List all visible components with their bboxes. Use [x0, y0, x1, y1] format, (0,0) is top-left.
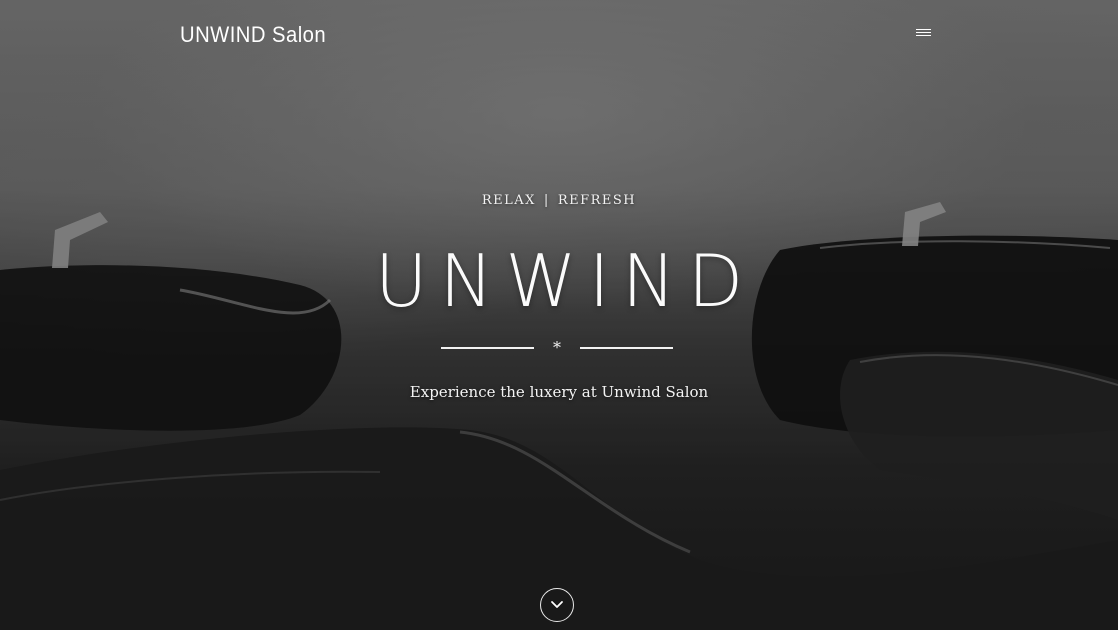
- kicker-refresh: REFRESH: [557, 193, 637, 208]
- hero-divider: *: [441, 338, 673, 358]
- kicker-separator: |: [543, 193, 550, 208]
- hero-kicker: RELAX | REFRESH: [0, 193, 1118, 208]
- divider-line-right: [580, 347, 673, 349]
- hero-tagline: Experience the luxery at Unwind Salon: [409, 383, 709, 401]
- divider-line-left: [441, 347, 534, 349]
- divider-star: *: [553, 338, 561, 357]
- kicker-relax: RELAX: [481, 193, 536, 208]
- site-logo[interactable]: UNWIND Salon: [180, 22, 326, 48]
- chevron-down-icon: [551, 601, 563, 608]
- hamburger-menu-icon[interactable]: [913, 24, 933, 40]
- scroll-down-button[interactable]: [540, 588, 574, 622]
- hero-title: UNWIND: [374, 239, 756, 323]
- site-header: UNWIND Salon: [0, 0, 1118, 72]
